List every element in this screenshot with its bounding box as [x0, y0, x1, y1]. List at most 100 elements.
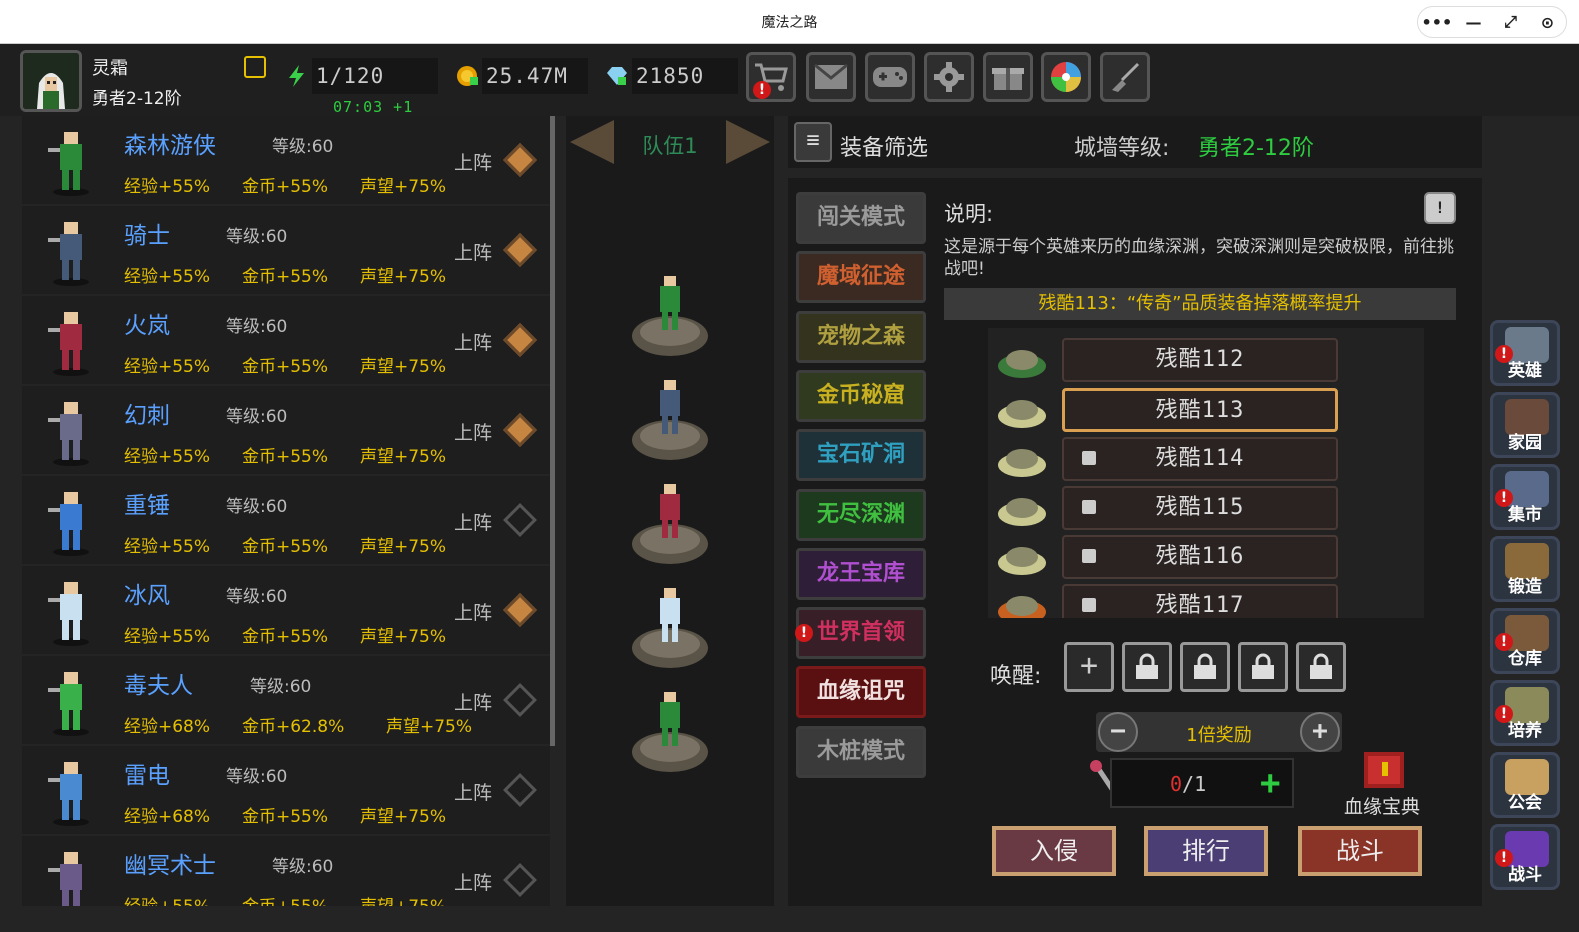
- team-member-pedestal[interactable]: [630, 276, 710, 360]
- restore-icon[interactable]: ⤢: [1496, 12, 1526, 32]
- mode-button[interactable]: 龙王宝库: [796, 547, 926, 600]
- deploy-button[interactable]: 上阵: [454, 508, 492, 535]
- close-target-icon[interactable]: ⊙: [1533, 13, 1563, 32]
- edit-icon[interactable]: [244, 56, 266, 78]
- mode-button[interactable]: 世界首领!: [795, 607, 926, 660]
- stage-button[interactable]: 残酷115: [1062, 486, 1338, 530]
- mode-button[interactable]: 无尽深渊: [796, 488, 926, 541]
- lottery-wheel-icon: [1051, 62, 1081, 92]
- gem-slot-icon[interactable]: [503, 773, 537, 807]
- add-ticket-button[interactable]: +: [1260, 766, 1280, 800]
- sidebar-button[interactable]: 战斗!: [1490, 824, 1560, 890]
- info-icon[interactable]: !: [1424, 192, 1456, 224]
- deploy-button[interactable]: 上阵: [454, 868, 492, 895]
- team-member-pedestal[interactable]: [630, 380, 710, 464]
- deploy-button[interactable]: 上阵: [454, 598, 492, 625]
- hero-row[interactable]: 火岚 等级:60 经验+55% 金币+55% 声望+75% 上阵: [22, 296, 550, 384]
- ticket-count: 0/1: [1170, 772, 1207, 796]
- bloodline-book-button[interactable]: 血缘宝典: [1344, 748, 1420, 818]
- lock-icon: [1082, 451, 1096, 465]
- minimize-icon[interactable]: —: [1459, 13, 1489, 32]
- stage-button[interactable]: 残酷113: [1062, 388, 1338, 432]
- awaken-locked-slot[interactable]: [1122, 642, 1172, 692]
- ranking-button[interactable]: 排行: [1144, 826, 1268, 876]
- mode-button[interactable]: 金币秘窟: [796, 369, 926, 422]
- stage-button[interactable]: 残酷112: [1062, 338, 1338, 382]
- stage-list[interactable]: 残酷112 残酷113 残酷114 残酷115 残酷116 残酷117: [988, 328, 1424, 618]
- hero-stats: 经验+68% 金币+55% 声望+75%: [124, 802, 446, 827]
- deploy-button[interactable]: 上阵: [454, 238, 492, 265]
- deploy-button[interactable]: 上阵: [454, 418, 492, 445]
- deploy-button[interactable]: 上阵: [454, 328, 492, 355]
- player-avatar[interactable]: [20, 50, 82, 112]
- awaken-add-slot[interactable]: +: [1064, 642, 1114, 692]
- hero-exp-bonus: 经验+55%: [124, 892, 242, 906]
- gem-slot-icon[interactable]: [503, 143, 537, 177]
- team-member-pedestal[interactable]: [630, 692, 710, 776]
- sidebar-alert-icon: !: [1495, 633, 1513, 651]
- team-member-pedestal[interactable]: [630, 484, 710, 568]
- deploy-button[interactable]: 上阵: [454, 688, 492, 715]
- hero-gold-bonus: 金币+55%: [242, 357, 329, 377]
- settings-button[interactable]: [924, 52, 974, 102]
- sidebar-button[interactable]: 锻造: [1490, 536, 1560, 602]
- stage-button[interactable]: 残酷117: [1062, 584, 1338, 618]
- battle-button[interactable]: 战斗: [1298, 826, 1422, 876]
- hero-row[interactable]: 幽冥术士 等级:60 经验+55%金币+55%声望+75% 上阵: [22, 836, 550, 906]
- awaken-locked-slot[interactable]: [1238, 642, 1288, 692]
- hero-row[interactable]: 毒夫人 等级:60 经验+68% 金币+62.8% 声望+75% 上阵: [22, 656, 550, 744]
- sidebar-button[interactable]: 培养!: [1490, 680, 1560, 746]
- hero-name: 重锤: [124, 493, 170, 519]
- sidebar-button[interactable]: 公会: [1490, 752, 1560, 818]
- stage-button[interactable]: 残酷114: [1062, 437, 1338, 481]
- hero-fame-bonus: 声望+75%: [360, 627, 447, 647]
- gift-button[interactable]: [983, 52, 1033, 102]
- multiplier-plus-button[interactable]: +: [1300, 712, 1340, 752]
- filter-menu-icon[interactable]: ≡: [794, 122, 832, 162]
- hero-row[interactable]: 雷电 等级:60 经验+68% 金币+55% 声望+75% 上阵: [22, 746, 550, 834]
- awaken-locked-slot[interactable]: [1180, 642, 1230, 692]
- hero-name: 冰风: [124, 583, 170, 609]
- awaken-locked-slot[interactable]: [1296, 642, 1346, 692]
- gamepad-button[interactable]: [865, 52, 915, 102]
- sidebar-button[interactable]: 家园: [1490, 392, 1560, 458]
- gem-slot-icon[interactable]: [503, 503, 537, 537]
- hero-row[interactable]: 幻刺 等级:60 经验+55% 金币+55% 声望+75% 上阵: [22, 386, 550, 474]
- mode-button[interactable]: 宠物之森: [796, 310, 926, 363]
- shop-button[interactable]: !: [746, 52, 796, 102]
- sidebar-button[interactable]: 集市!: [1490, 464, 1560, 530]
- energy-value: 1/120: [316, 64, 385, 88]
- hero-list-scrollbar[interactable]: [550, 116, 555, 746]
- stage-button[interactable]: 残酷116: [1062, 535, 1338, 579]
- deploy-button[interactable]: 上阵: [454, 778, 492, 805]
- deploy-button[interactable]: 上阵: [454, 148, 492, 175]
- hero-row[interactable]: 骑士 等级:60 经验+55% 金币+55% 声望+75% 上阵: [22, 206, 550, 294]
- hero-fame-bonus: 声望+75%: [360, 267, 447, 287]
- mail-button[interactable]: [806, 52, 856, 102]
- more-icon[interactable]: •••: [1422, 13, 1453, 32]
- gem-slot-icon[interactable]: [503, 863, 537, 897]
- multiplier-minus-button[interactable]: −: [1098, 712, 1138, 752]
- gem-slot-icon[interactable]: [503, 683, 537, 717]
- mode-button[interactable]: 木桩模式: [796, 725, 926, 778]
- sidebar-button[interactable]: 仓库!: [1490, 608, 1560, 674]
- invade-button[interactable]: 入侵: [992, 826, 1116, 876]
- gem-slot-icon[interactable]: [503, 233, 537, 267]
- mode-button[interactable]: 宝石矿洞: [796, 429, 926, 482]
- hero-row[interactable]: 森林游侠 等级:60 经验+55% 金币+55% 声望+75% 上阵: [22, 116, 550, 204]
- sidebar-button[interactable]: 英雄!: [1490, 320, 1560, 386]
- hero-row[interactable]: 冰风 等级:60 经验+55% 金币+55% 声望+75% 上阵: [22, 566, 550, 654]
- equipment-filter-label[interactable]: 装备筛选: [840, 130, 928, 162]
- gem-slot-icon[interactable]: [503, 413, 537, 447]
- lottery-button[interactable]: [1041, 52, 1091, 102]
- team-member-pedestal[interactable]: [630, 588, 710, 672]
- mode-button[interactable]: 魔域征途: [796, 251, 926, 304]
- gear-icon: [934, 62, 964, 92]
- mode-button[interactable]: 血缘诅咒: [796, 666, 926, 719]
- broom-button[interactable]: [1100, 52, 1150, 102]
- hero-list[interactable]: 森林游侠 等级:60 经验+55% 金币+55% 声望+75% 上阵 骑士 等级:60 经验+5…: [22, 116, 554, 906]
- gem-slot-icon[interactable]: [503, 323, 537, 357]
- gem-slot-icon[interactable]: [503, 593, 537, 627]
- hero-row[interactable]: 重锤 等级:60 经验+55% 金币+55% 声望+75% 上阵: [22, 476, 550, 564]
- mode-button[interactable]: 闯关模式: [796, 192, 926, 244]
